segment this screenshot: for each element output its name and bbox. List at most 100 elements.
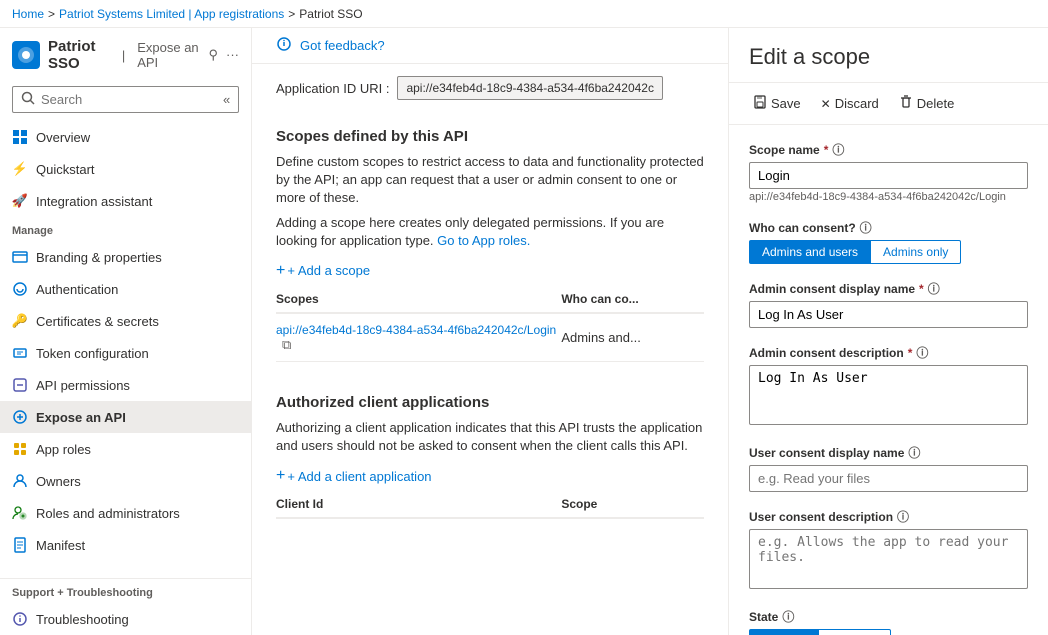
- token-label: Token configuration: [36, 346, 149, 361]
- whocan-value: Admins and...: [561, 330, 704, 345]
- rocket-icon: 🚀: [12, 193, 28, 209]
- certs-label: Certificates & secrets: [36, 314, 159, 329]
- scope-value: api://e34feb4d-18c9-4384-a534-4f6ba24204…: [276, 322, 561, 353]
- col-scopes: Scopes: [276, 292, 561, 306]
- consent-options: Admins and users Admins only: [749, 240, 1028, 264]
- app-id-label: Application ID URI :: [276, 81, 389, 96]
- info-icon-consent[interactable]: ⓘ: [860, 219, 872, 236]
- approles-label: App roles: [36, 442, 91, 457]
- sidebar-item-manifest[interactable]: Manifest: [0, 529, 251, 561]
- add-scope-button[interactable]: + + Add a scope: [276, 256, 704, 286]
- info-icon-state[interactable]: ⓘ: [782, 608, 794, 625]
- support-icon: [12, 611, 28, 627]
- sidebar-item-troubleshoot[interactable]: Troubleshooting: [0, 603, 251, 635]
- auth-icon: [12, 281, 28, 297]
- admin-desc-textarea[interactable]: Log In As User: [749, 365, 1028, 425]
- content-area: Got feedback? Application ID URI : api:/…: [252, 28, 728, 635]
- rolesadmin-label: Roles and administrators: [36, 506, 180, 521]
- info-icon-admin[interactable]: ⓘ: [928, 280, 940, 297]
- collapse-icon[interactable]: «: [223, 92, 230, 107]
- client-table-header: Client Id Scope: [276, 491, 704, 519]
- breadcrumb-home[interactable]: Home: [12, 7, 44, 21]
- consent-admins-users[interactable]: Admins and users: [749, 240, 871, 264]
- discard-button[interactable]: ✕ Discard: [817, 92, 883, 115]
- support-section: Support + Troubleshooting Troubleshootin…: [0, 578, 251, 635]
- scope-name-input[interactable]: [749, 162, 1028, 189]
- add-client-label: + Add a client application: [287, 469, 431, 484]
- authorized-title: Authorized client applications: [276, 394, 704, 411]
- user-display-label: User consent display name ⓘ: [749, 444, 1028, 461]
- delete-icon: [899, 95, 913, 112]
- search-box: «: [12, 86, 239, 113]
- app-id-row: Application ID URI : api://e34feb4d-18c9…: [252, 64, 728, 112]
- admin-display-field: Admin consent display name * ⓘ: [749, 280, 1028, 328]
- breadcrumb: Home > Patriot Systems Limited | App reg…: [0, 0, 1048, 28]
- app-roles-link[interactable]: Go to App roles.: [437, 233, 530, 248]
- feedback-text[interactable]: Got feedback?: [300, 38, 385, 53]
- key-icon: 🔑: [12, 313, 28, 329]
- sidebar-item-certs[interactable]: 🔑 Certificates & secrets: [0, 305, 251, 337]
- search-icon: [21, 91, 35, 108]
- delete-button[interactable]: Delete: [895, 91, 959, 116]
- info-icon-admindesc[interactable]: ⓘ: [916, 344, 928, 361]
- manifest-icon: [12, 537, 28, 553]
- sidebar-item-approles[interactable]: App roles: [0, 433, 251, 465]
- feedback-bar: Got feedback?: [252, 28, 728, 64]
- pin-icon[interactable]: ⚲: [208, 47, 218, 63]
- state-disabled[interactable]: Disabled: [819, 629, 891, 635]
- search-input[interactable]: [41, 92, 217, 107]
- copy-icon[interactable]: ⧉: [282, 337, 291, 352]
- consent-admins-only[interactable]: Admins only: [871, 240, 961, 264]
- sidebar-item-token[interactable]: Token configuration: [0, 337, 251, 369]
- user-desc-field: User consent description ⓘ: [749, 508, 1028, 592]
- required-marker: *: [824, 143, 829, 157]
- info-icon[interactable]: ⓘ: [832, 141, 844, 158]
- token-icon: [12, 345, 28, 361]
- owners-label: Owners: [36, 474, 81, 489]
- apiperm-label: API permissions: [36, 378, 130, 393]
- feedback-icon: [276, 36, 292, 55]
- more-icon[interactable]: ···: [226, 47, 239, 63]
- info-icon-userdesc[interactable]: ⓘ: [897, 508, 909, 525]
- app-id-value: api://e34feb4d-18c9-4384-a534-4f6ba24204…: [397, 76, 663, 100]
- sidebar-item-rolesadmin[interactable]: Roles and administrators: [0, 497, 251, 529]
- perm-icon: [12, 377, 28, 393]
- sidebar-item-owners[interactable]: Owners: [0, 465, 251, 497]
- sidebar-item-expose[interactable]: Expose an API: [0, 401, 251, 433]
- roles-icon: [12, 441, 28, 457]
- breadcrumb-app: Patriot SSO: [299, 7, 362, 21]
- scope-name-label: Scope name * ⓘ: [749, 141, 1028, 158]
- state-enabled[interactable]: Enabled: [749, 629, 819, 635]
- sidebar-item-authentication[interactable]: Authentication: [0, 273, 251, 305]
- user-desc-textarea[interactable]: [749, 529, 1028, 589]
- title-icons: ⚲ ···: [208, 47, 239, 63]
- plus-client-icon: +: [276, 467, 285, 485]
- scope-link[interactable]: api://e34feb4d-18c9-4384-a534-4f6ba24204…: [276, 323, 556, 337]
- sidebar-item-branding[interactable]: Branding & properties: [0, 241, 251, 273]
- breadcrumb-sep2: >: [288, 7, 295, 21]
- expose-icon: [12, 409, 28, 425]
- breadcrumb-company[interactable]: Patriot Systems Limited | App registrati…: [59, 7, 284, 21]
- branding-icon: [12, 249, 28, 265]
- user-display-field: User consent display name ⓘ: [749, 444, 1028, 492]
- lightning-icon: ⚡: [12, 161, 28, 177]
- sidebar-item-overview[interactable]: Overview: [0, 121, 251, 153]
- authentication-label: Authentication: [36, 282, 118, 297]
- scopes-section: Scopes defined by this API Define custom…: [252, 112, 728, 378]
- sidebar-item-integration[interactable]: 🚀 Integration assistant: [0, 185, 251, 217]
- app-title-row: Patriot SSO | Expose an API ⚲ ···: [0, 28, 251, 82]
- panel-title: Edit a scope: [729, 28, 1048, 83]
- user-display-input[interactable]: [749, 465, 1028, 492]
- save-button[interactable]: Save: [749, 91, 805, 116]
- scopes-table-header: Scopes Who can co...: [276, 286, 704, 314]
- add-client-button[interactable]: + + Add a client application: [276, 461, 704, 491]
- troubleshoot-label: Troubleshooting: [36, 612, 129, 627]
- sidebar-item-apiperm[interactable]: API permissions: [0, 369, 251, 401]
- add-scope-label: + Add a scope: [287, 263, 370, 278]
- info-icon-userdisplay[interactable]: ⓘ: [908, 444, 920, 461]
- save-label: Save: [771, 96, 801, 111]
- required-marker2: *: [919, 282, 924, 296]
- discard-icon: ✕: [821, 97, 831, 111]
- admin-display-input[interactable]: [749, 301, 1028, 328]
- sidebar-item-quickstart[interactable]: ⚡ Quickstart: [0, 153, 251, 185]
